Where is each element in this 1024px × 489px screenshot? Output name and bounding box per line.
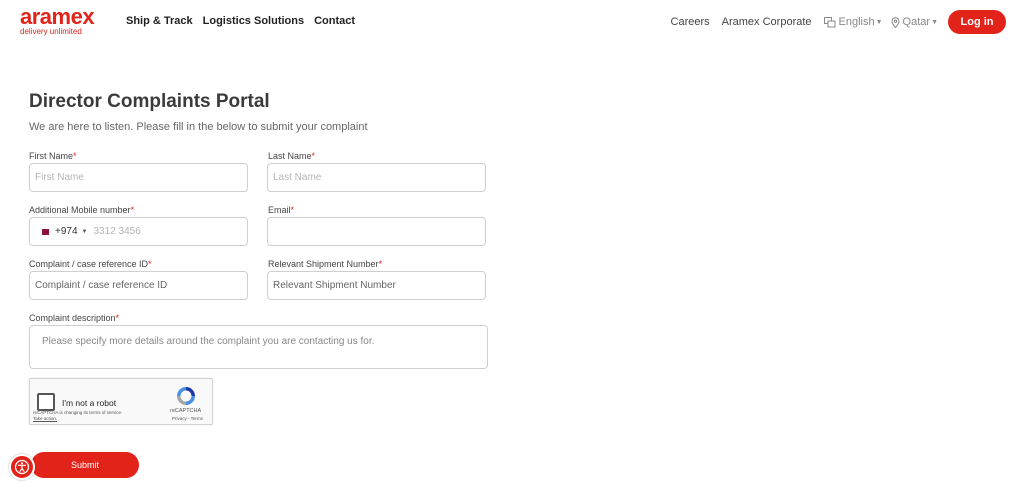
page-subtitle: We are here to listen. Please fill in th… bbox=[29, 121, 368, 133]
logo-wordmark: aramex bbox=[20, 4, 95, 29]
nav-ship-track[interactable]: Ship & Track bbox=[126, 15, 193, 27]
chevron-down-icon: ▼ bbox=[875, 18, 883, 26]
recaptcha-take-action-link[interactable]: Take action. bbox=[33, 416, 57, 421]
utility-nav: Careers Aramex Corporate English ▼ Qatar ▼… bbox=[671, 0, 1024, 44]
main-nav: Ship & Track Logistics Solutions Contact bbox=[126, 15, 355, 27]
first-name-input[interactable]: First Name bbox=[29, 163, 248, 192]
qatar-flag-icon[interactable] bbox=[39, 228, 49, 235]
recaptcha-checkbox[interactable] bbox=[37, 393, 55, 411]
login-button[interactable]: Log in bbox=[948, 10, 1006, 34]
email-input[interactable] bbox=[267, 217, 486, 246]
last-name-label: Last Name* bbox=[268, 151, 316, 161]
recaptcha-brand: reCAPTCHA bbox=[170, 408, 202, 414]
description-label: Complaint description* bbox=[29, 313, 120, 323]
case-reference-input[interactable]: Complaint / case reference ID bbox=[29, 271, 248, 300]
recaptcha-logo-icon bbox=[177, 387, 195, 405]
language-selector[interactable]: English ▼ bbox=[823, 16, 883, 28]
aramex-logo[interactable]: aramex delivery unlimited bbox=[20, 4, 95, 37]
nav-logistics-solutions[interactable]: Logistics Solutions bbox=[203, 15, 304, 27]
submit-button[interactable]: Submit bbox=[31, 452, 139, 478]
country-selector[interactable]: Qatar ▼ bbox=[891, 16, 938, 28]
last-name-input[interactable]: Last Name bbox=[267, 163, 486, 192]
aramex-corporate-link[interactable]: Aramex Corporate bbox=[722, 16, 812, 28]
recaptcha-privacy-terms[interactable]: Privacy - Terms bbox=[172, 416, 203, 421]
email-label: Email* bbox=[268, 205, 295, 215]
language-icon bbox=[823, 16, 836, 27]
chevron-down-icon[interactable]: ▼ bbox=[82, 229, 88, 235]
mobile-input[interactable]: +974 ▼ 3312 3456 bbox=[29, 217, 248, 246]
recaptcha-widget: I'm not a robot reCAPTCHA is changing it… bbox=[29, 378, 213, 425]
chevron-down-icon: ▼ bbox=[931, 18, 938, 26]
first-name-label: First Name* bbox=[29, 151, 77, 161]
page-title: Director Complaints Portal bbox=[29, 91, 270, 112]
case-reference-label: Complaint / case reference ID* bbox=[29, 259, 152, 269]
shipment-number-label: Relevant Shipment Number* bbox=[268, 259, 383, 269]
recaptcha-label: I'm not a robot bbox=[62, 398, 117, 408]
mobile-placeholder: 3312 3456 bbox=[93, 226, 141, 237]
country-label: Qatar bbox=[902, 16, 931, 28]
description-textarea[interactable]: Please specify more details around the c… bbox=[29, 325, 488, 369]
location-pin-icon bbox=[891, 16, 900, 28]
country-code[interactable]: +974 bbox=[55, 226, 78, 237]
accessibility-button[interactable] bbox=[9, 454, 35, 480]
nav-contact[interactable]: Contact bbox=[314, 15, 355, 27]
mobile-label: Additional Mobile number* bbox=[29, 205, 135, 215]
careers-link[interactable]: Careers bbox=[671, 16, 710, 28]
language-label: English bbox=[838, 16, 875, 28]
accessibility-icon bbox=[14, 459, 30, 475]
recaptcha-notice: reCAPTCHA is changing its terms of servi… bbox=[33, 410, 123, 421]
top-header: aramex delivery unlimited Ship & Track L… bbox=[0, 0, 1024, 44]
shipment-number-input[interactable]: Relevant Shipment Number bbox=[267, 271, 486, 300]
